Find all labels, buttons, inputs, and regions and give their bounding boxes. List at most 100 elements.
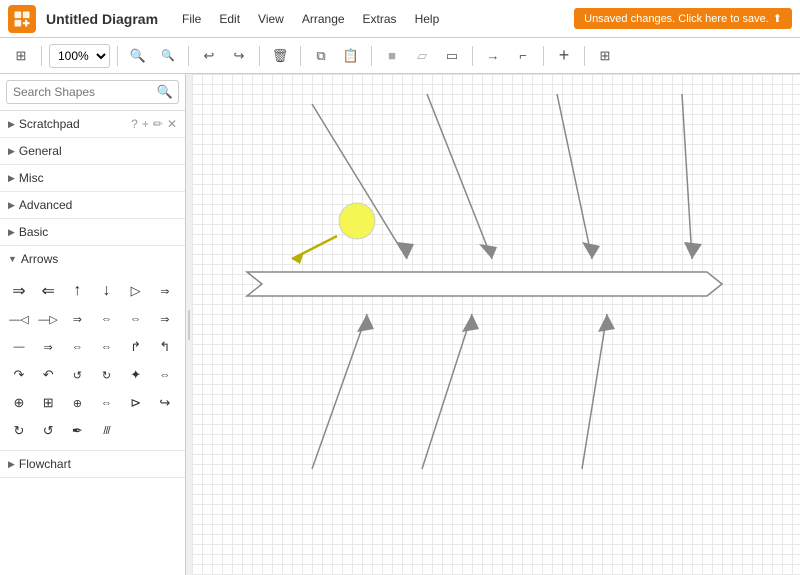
zoom-out-btn[interactable]: 🔍 [155,43,181,69]
section-arrows: ▼ Arrows ⇒ ⇐ ↑ ↓ ▷ ⇒ —◁ —▷ ⇒ ⇔ ⇔ ⇒ — ⇒ [0,246,185,451]
arrow-diagonal-4 [682,94,702,259]
section-general-header[interactable]: ▶ General [0,138,185,164]
basic-label: Basic [19,225,48,239]
menu-view[interactable]: View [250,10,292,28]
arrow-curved4[interactable]: ↺ [35,418,61,444]
arrow-pencil[interactable]: ✒ [64,418,90,444]
canvas[interactable] [192,74,800,575]
sep1 [41,46,42,66]
diagram-title: Untitled Diagram [46,11,158,27]
sep6 [371,46,372,66]
arrow-curved2[interactable]: ↪ [152,390,178,416]
arrow-curve-r[interactable]: ↱ [123,334,149,360]
arrow-curve-l[interactable]: ↰ [152,334,178,360]
arrow-diagonal-2 [427,94,497,259]
arrow-curve-loop[interactable]: ↺ [64,362,90,388]
horizontal-bar-arrow [247,272,722,296]
arrow-lr2[interactable]: ⇔ [123,306,149,332]
search-wrapper: 🔍 [6,80,179,104]
unsaved-label: Unsaved changes. Click here to save. [584,13,769,25]
menu-arrange[interactable]: Arrange [294,10,353,28]
delete-btn[interactable]: 🗑 [267,43,293,69]
arrow-plus[interactable]: ⊞ [35,390,61,416]
misc-chevron: ▶ [8,173,15,184]
sep3 [188,46,189,66]
zoom-in-btn[interactable]: 🔍 [125,43,151,69]
scratchpad-edit[interactable]: ✏ [153,117,163,131]
unsaved-save-button[interactable]: Unsaved changes. Click here to save. ⬆ [574,8,792,29]
section-advanced: ▶ Advanced [0,192,185,219]
arrow-fat-right[interactable]: ⇒ [64,306,90,332]
app-logo [8,5,36,33]
undo-btn[interactable]: ↩ [196,43,222,69]
arrow-wide[interactable]: ⇔ [93,390,119,416]
line-color-btn[interactable]: ▱ [409,43,435,69]
arrow-up-2 [422,314,479,469]
scratchpad-close[interactable]: ✕ [167,117,177,131]
general-chevron: ▶ [8,146,15,157]
copy-btn[interactable]: ⧉ [308,43,334,69]
arrow-cross2[interactable]: ⊕ [6,390,32,416]
upload-icon: ⬆ [773,12,782,25]
menu-edit[interactable]: Edit [211,10,248,28]
arrow-down[interactable]: ↓ [93,278,119,304]
general-label: General [19,144,62,158]
zoom-select[interactable]: 100%75%150% [49,44,110,68]
section-advanced-header[interactable]: ▶ Advanced [0,192,185,218]
arrow-r3[interactable]: ⇒ [35,334,61,360]
arrow-curve-dl[interactable]: ↶ [35,362,61,388]
waypoint-btn[interactable]: ⌐ [510,43,536,69]
arrow-dash2[interactable]: —▷ [35,306,61,332]
page-view-btn[interactable]: ⊞ [8,43,34,69]
arrow-right-chevron[interactable]: ▷ [123,278,149,304]
arrow-curved3[interactable]: ↻ [6,418,32,444]
menu-extras[interactable]: Extras [355,10,405,28]
menubar: File Edit View Arrange Extras Help [174,10,574,28]
fill-color-btn[interactable]: ■ [379,43,405,69]
arrow-curve-dr[interactable]: ↷ [6,362,32,388]
paste-btn[interactable]: 📋 [338,43,364,69]
redo-btn[interactable]: ↪ [226,43,252,69]
sep2 [117,46,118,66]
add-btn[interactable]: + [551,43,577,69]
arrow-lr3[interactable]: ⇔ [64,334,90,360]
menu-help[interactable]: Help [407,10,448,28]
section-basic-header[interactable]: ▶ Basic [0,219,185,245]
search-input[interactable] [6,80,179,104]
toolbar: ⊞ 100%75%150% 🔍 🔍 ↩ ↪ 🗑 ⧉ 📋 ■ ▱ ▭ → ⌐ + … [0,38,800,74]
main-layout: 🔍 ▶ Scratchpad ? + ✏ ✕ ▶ General [0,74,800,575]
sep9 [584,46,585,66]
scratchpad-label: Scratchpad [19,117,80,131]
arrow-curve-loop2[interactable]: ↻ [93,362,119,388]
arrow-left[interactable]: ⇐ [35,278,61,304]
scratchpad-actions: ? + ✏ ✕ [131,117,177,131]
arrow-em[interactable]: — [6,334,32,360]
scratchpad-help[interactable]: ? [131,117,138,131]
arrow-right[interactable]: ⇒ [6,278,32,304]
section-misc: ▶ Misc [0,165,185,192]
scratchpad-add[interactable]: + [142,117,149,131]
table-btn[interactable]: ⊞ [592,43,618,69]
arrow-four[interactable]: ⊕ [64,390,90,416]
arrow-r2[interactable]: ⇒ [152,306,178,332]
arrow-double-right[interactable]: ⇒ [152,278,178,304]
shape-btn[interactable]: ▭ [439,43,465,69]
section-scratchpad-header[interactable]: ▶ Scratchpad ? + ✏ ✕ [0,111,185,137]
arrow-lr[interactable]: ⇔ [93,306,119,332]
arrow-dash[interactable]: —◁ [6,306,32,332]
arrow-diagonal-3 [557,94,600,259]
arrow-lr4[interactable]: ⇔ [93,334,119,360]
arrow-lr-fat[interactable]: ⇔ [152,362,178,388]
arrow-stripes[interactable]: /// [93,418,119,444]
connection-type-btn[interactable]: → [480,43,506,69]
section-flowchart-header[interactable]: ▶ Flowchart [0,451,185,477]
arrow-diag[interactable]: ⊳ [123,390,149,416]
sep4 [259,46,260,66]
section-arrows-header[interactable]: ▼ Arrows [0,246,185,272]
section-misc-header[interactable]: ▶ Misc [0,165,185,191]
advanced-label: Advanced [19,198,72,212]
arrow-up[interactable]: ↑ [64,278,90,304]
arrow-cross[interactable]: ✦ [123,362,149,388]
menu-file[interactable]: File [174,10,209,28]
arrows-grid: ⇒ ⇐ ↑ ↓ ▷ ⇒ —◁ —▷ ⇒ ⇔ ⇔ ⇒ — ⇒ ⇔ ⇔ ↱ ↰ [0,272,185,450]
